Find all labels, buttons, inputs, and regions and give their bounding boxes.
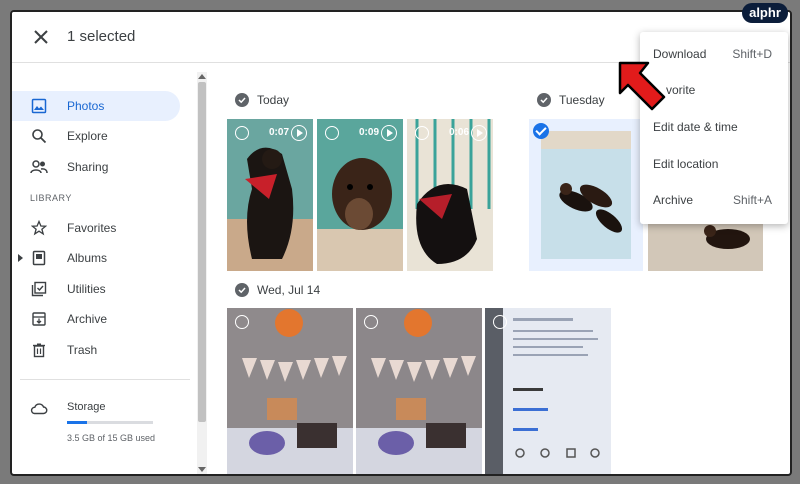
storage-label[interactable]: Storage	[67, 401, 106, 413]
dog-photo-image	[407, 119, 493, 271]
library-section-label: LIBRARY	[30, 193, 72, 203]
utilities-icon	[30, 280, 48, 298]
selected-photo[interactable]	[529, 119, 643, 271]
photo-thumbnail[interactable]: 0:09	[317, 119, 403, 271]
sidebar-item-favorites[interactable]: Favorites	[12, 213, 180, 243]
menu-item-edit-location[interactable]: Edit location	[640, 146, 788, 182]
photo-thumbnail[interactable]: 0:06	[407, 119, 493, 271]
phone-screen-photo-image	[485, 308, 611, 474]
sidebar-item-archive[interactable]: Archive	[12, 304, 180, 334]
select-circle[interactable]	[235, 126, 249, 140]
sidebar-item-utilities[interactable]: Utilities	[12, 274, 180, 304]
group-check-icon[interactable]	[235, 93, 249, 107]
content-scrollbar[interactable]	[197, 72, 207, 474]
sidebar-item-trash[interactable]: Trash	[12, 335, 180, 365]
date-header-today[interactable]: Today	[235, 93, 289, 107]
sidebar: Photos Explore Sharing LIBRARY Favorites	[12, 63, 197, 474]
star-icon	[30, 219, 48, 237]
sidebar-item-albums[interactable]: Albums	[12, 243, 180, 273]
select-circle[interactable]	[364, 315, 378, 329]
sidebar-item-label: Photos	[67, 99, 105, 113]
photo-thumbnail[interactable]	[227, 308, 353, 474]
select-circle[interactable]	[415, 126, 429, 140]
play-icon	[291, 125, 307, 141]
play-icon	[381, 125, 397, 141]
album-icon	[30, 249, 48, 267]
birthday-photo-image	[356, 308, 482, 474]
dog-photo-image	[317, 119, 403, 271]
sidebar-item-label: Albums	[67, 251, 108, 265]
scroll-down-arrow[interactable]	[198, 467, 206, 472]
red-arrow-annotation	[618, 61, 666, 111]
sidebar-divider	[20, 379, 190, 380]
video-duration: 0:06	[448, 127, 469, 138]
photo-thumbnail[interactable]	[485, 308, 611, 474]
watermark: www.deuaq.com	[707, 460, 788, 472]
group-check-icon[interactable]	[537, 93, 551, 107]
selected-check-icon[interactable]	[533, 123, 549, 139]
sidebar-item-label: Favorites	[67, 221, 117, 235]
photo-icon	[30, 97, 48, 115]
dogs-photo-image	[541, 131, 631, 259]
play-icon	[471, 125, 487, 141]
sidebar-item-label: Explore	[67, 129, 108, 143]
photo-thumbnail[interactable]: 0:07	[227, 119, 313, 271]
menu-item-archive[interactable]: Archive Shift+A	[640, 182, 788, 218]
dog-photo-image	[227, 119, 313, 271]
sidebar-item-label: Utilities	[67, 282, 106, 296]
scroll-up-arrow[interactable]	[198, 74, 206, 79]
group-check-icon[interactable]	[235, 283, 249, 297]
select-circle[interactable]	[493, 315, 507, 329]
sidebar-item-photos[interactable]: Photos	[12, 91, 180, 121]
search-icon	[30, 127, 48, 145]
sidebar-item-label: Sharing	[67, 160, 109, 174]
date-label: Wed, Jul 14	[257, 283, 321, 297]
select-circle[interactable]	[325, 126, 339, 140]
date-header-wed-jul-14[interactable]: Wed, Jul 14	[235, 283, 320, 297]
close-icon[interactable]	[30, 26, 52, 48]
date-label: Tuesday	[559, 93, 605, 107]
archive-icon	[30, 310, 48, 328]
date-header-tuesday[interactable]: Tuesday	[537, 93, 605, 107]
scroll-thumb[interactable]	[198, 82, 206, 422]
menu-item-label: Archive	[653, 193, 694, 207]
alphr-logo: alphr	[742, 3, 788, 23]
storage-usage-text: 3.5 GB of 15 GB used	[67, 433, 156, 443]
menu-item-shortcut: Shift+A	[732, 193, 772, 207]
select-circle[interactable]	[235, 315, 249, 329]
selected-count: 1 selected	[67, 28, 136, 45]
video-duration: 0:07	[268, 127, 289, 138]
date-label: Today	[257, 93, 290, 107]
birthday-photo-image	[227, 308, 353, 474]
app-window: 1 selected Photos Explore Sharing LIBRAR…	[10, 10, 792, 476]
sidebar-item-label: Archive	[67, 312, 108, 326]
menu-item-label: vorite	[666, 83, 696, 97]
menu-item-shortcut: Shift+D	[732, 47, 772, 61]
photo-thumbnail[interactable]	[541, 131, 631, 259]
trash-icon	[30, 341, 48, 359]
menu-item-label: Edit location	[653, 157, 719, 171]
storage-progress-bar	[67, 421, 153, 424]
sidebar-item-sharing[interactable]: Sharing	[12, 152, 180, 182]
photo-thumbnail[interactable]	[356, 308, 482, 474]
sidebar-item-explore[interactable]: Explore	[12, 121, 180, 151]
expand-arrow-icon[interactable]	[18, 254, 23, 262]
people-icon	[30, 158, 48, 176]
cloud-icon	[30, 401, 48, 420]
video-duration: 0:09	[358, 127, 379, 138]
storage-progress-fill	[67, 421, 87, 424]
sidebar-item-label: Trash	[67, 343, 98, 357]
